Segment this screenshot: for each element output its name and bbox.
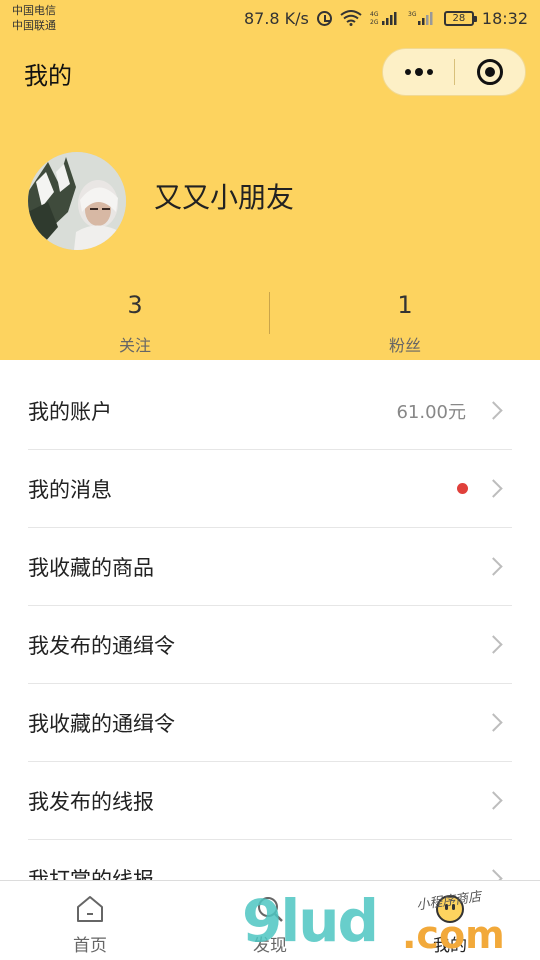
menu-item-messages[interactable]: 我的消息	[28, 450, 512, 528]
menu-item-label: 我的账户	[28, 399, 112, 424]
avatar[interactable]	[28, 152, 126, 250]
followers-stat[interactable]: 1 粉丝	[270, 290, 540, 356]
tab-discover[interactable]: 发现	[180, 881, 360, 960]
wifi-icon	[340, 10, 362, 26]
menu-item-label: 我收藏的通缉令	[28, 711, 175, 736]
svg-text:4G: 4G	[370, 11, 379, 18]
menu-item-favorite-wanted[interactable]: 我收藏的通缉令	[28, 684, 512, 762]
tab-label: 发现	[253, 936, 287, 956]
carrier-name: 中国联通	[12, 19, 56, 32]
menu-item-label: 我发布的线报	[28, 789, 154, 814]
more-menu-button[interactable]	[383, 49, 454, 95]
account-balance: 61.00元	[396, 401, 466, 423]
chevron-right-icon	[484, 634, 503, 654]
signal-icon: 4G 2G	[370, 10, 400, 26]
followers-count: 1	[397, 291, 413, 319]
chevron-right-icon	[484, 712, 503, 732]
alarm-icon	[316, 10, 332, 26]
battery-icon: 28	[443, 10, 477, 26]
target-circle-icon	[476, 59, 503, 85]
search-icon	[254, 893, 286, 925]
user-nickname: 又又小朋友	[154, 181, 295, 214]
status-bar: 中国电信 中国联通 87.8 K/s 4G 2G 3G 28 18:32	[0, 0, 540, 38]
svg-text:3G: 3G	[408, 11, 417, 18]
tab-label: 首页	[73, 936, 107, 956]
tab-label: 我的	[433, 936, 467, 956]
chevron-right-icon	[484, 556, 503, 576]
menu-item-label: 我发布的通缉令	[28, 633, 175, 658]
home-icon	[74, 893, 106, 925]
followers-label: 粉丝	[388, 336, 421, 355]
following-count: 3	[127, 291, 143, 319]
chevron-right-icon	[484, 400, 503, 420]
more-dots-icon	[404, 69, 411, 75]
chevron-right-icon	[484, 478, 503, 498]
menu-item-published-wanted[interactable]: 我发布的通缉令	[28, 606, 512, 684]
menu-item-label: 我的消息	[28, 477, 112, 502]
network-speed: 87.8 K/s	[243, 8, 309, 28]
chevron-right-icon	[484, 790, 503, 810]
page-title: 我的	[24, 62, 72, 90]
signal-icon: 3G	[408, 10, 436, 26]
menu-list: 我的账户 61.00元 我的消息 我收藏的商品 我发布的通缉令 我收藏的通缉令 …	[0, 372, 540, 918]
bottom-tab-bar: 首页 发现 我的	[0, 880, 540, 960]
carrier-name: 中国电信	[12, 4, 56, 17]
unread-dot-badge	[457, 483, 468, 494]
tab-mine[interactable]: 我的	[360, 881, 540, 960]
menu-item-account[interactable]: 我的账户 61.00元	[28, 372, 512, 450]
tab-home[interactable]: 首页	[0, 881, 180, 960]
menu-item-label: 我收藏的商品	[28, 555, 154, 580]
menu-item-favorite-goods[interactable]: 我收藏的商品	[28, 528, 512, 606]
more-dots-icon	[426, 69, 433, 75]
clock: 18:32	[481, 8, 528, 28]
more-dots-icon	[414, 68, 423, 76]
svg-text:2G: 2G	[370, 19, 379, 26]
close-miniprogram-button[interactable]	[455, 49, 525, 95]
profile-face-icon	[434, 893, 466, 925]
following-label: 关注	[118, 336, 151, 355]
miniprogram-capsule	[382, 48, 526, 96]
following-stat[interactable]: 3 关注	[0, 290, 270, 356]
menu-item-published-tips[interactable]: 我发布的线报	[28, 762, 512, 840]
